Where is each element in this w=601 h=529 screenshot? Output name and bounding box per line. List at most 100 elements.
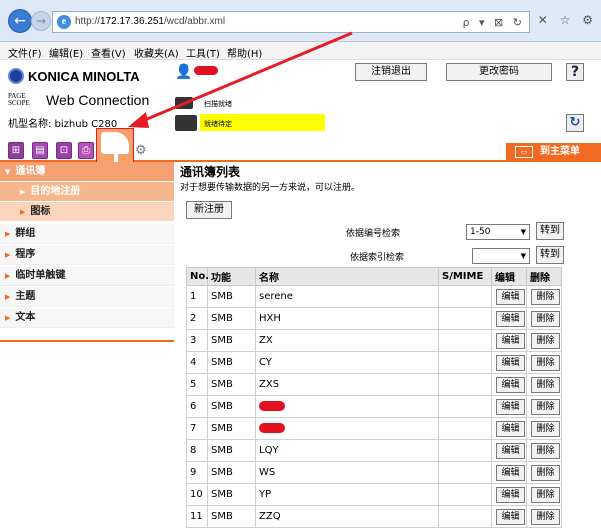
redacted-name	[259, 423, 285, 433]
printer-status-icon	[175, 115, 197, 131]
delete-button[interactable]: 删除	[531, 376, 560, 393]
sidebar-item-icon[interactable]: ▶ 图标	[0, 202, 174, 222]
edit-button[interactable]: 编辑	[496, 288, 525, 305]
edit-button[interactable]: 编辑	[496, 376, 525, 393]
edit-button[interactable]: 编辑	[496, 420, 525, 437]
edit-button[interactable]: 编辑	[496, 486, 525, 503]
cell-no: 9	[186, 461, 208, 484]
cell-delete: 删除	[526, 307, 562, 330]
cell-delete: 删除	[526, 351, 562, 374]
url-tools-icons[interactable]: ρ ▾ ⊠ ↻	[463, 16, 525, 29]
edit-button[interactable]: 编辑	[496, 398, 525, 415]
help-icon[interactable]: ?	[566, 63, 584, 81]
cell-function: SMB	[207, 285, 256, 308]
cell-edit: 编辑	[491, 439, 527, 462]
delete-button[interactable]: 删除	[531, 288, 560, 305]
page-title: 通讯簿列表	[180, 165, 241, 179]
sidebar-item-destination-register[interactable]: ▶ 目的地注册	[0, 182, 174, 202]
delete-button[interactable]: 删除	[531, 354, 560, 371]
go-index-button[interactable]: 转到	[536, 246, 564, 264]
edit-button[interactable]: 编辑	[496, 354, 525, 371]
edit-button[interactable]: 编辑	[496, 464, 525, 481]
sidebar-item-group[interactable]: ▶ 群组	[0, 224, 174, 244]
logout-button[interactable]: 注销退出	[355, 63, 427, 81]
table-row: 2 SMB HXH 编辑 删除	[186, 307, 562, 330]
menu-file[interactable]: 文件(F)	[8, 45, 42, 60]
to-main-menu-button[interactable]: ▭ 到主菜单	[506, 143, 601, 161]
cell-delete: 删除	[526, 285, 562, 308]
cell-delete: 删除	[526, 329, 562, 352]
cell-smime	[438, 417, 492, 440]
sidebar-item-text[interactable]: ▶ 文本	[0, 308, 174, 328]
cell-edit: 编辑	[491, 285, 527, 308]
go-number-button[interactable]: 转到	[536, 222, 564, 240]
print-tab-icon[interactable]: ⎙	[78, 142, 94, 159]
forward-arrow-icon[interactable]: →	[31, 11, 51, 31]
table-header-row: No. 功能 名称 S/MIME 编辑 删除	[186, 267, 562, 286]
cell-no: 3	[186, 329, 208, 352]
cell-smime	[438, 505, 492, 528]
sidebar-item-program[interactable]: ▶ 程序	[0, 245, 174, 265]
table-body: 1 SMB serene 编辑 删除 2 SMB HXH 编辑 删除 3 SMB ZX 编辑 删除 4 SMB C…	[186, 285, 562, 528]
refresh-icon[interactable]: ↻	[566, 114, 584, 132]
cell-name: ZX	[255, 329, 439, 352]
delete-button[interactable]: 删除	[531, 398, 560, 415]
delete-button[interactable]: 删除	[531, 486, 560, 503]
job-tab-icon[interactable]: ▤	[32, 142, 48, 159]
status-tab-icon[interactable]: ⊞	[8, 142, 24, 159]
cell-smime	[438, 461, 492, 484]
user-icon: 👤	[175, 64, 193, 80]
search-index-select[interactable]: ▼	[472, 248, 530, 264]
cell-function: SMB	[207, 483, 256, 506]
menu-help[interactable]: 帮助(H)	[227, 45, 262, 60]
cell-name: LQY	[255, 439, 439, 462]
redacted-name	[259, 401, 285, 411]
menu-view[interactable]: 查看(V)	[91, 45, 126, 60]
gear-icon[interactable]: ⚙	[135, 143, 155, 160]
cell-name	[255, 395, 439, 418]
sidebar-item-subject[interactable]: ▶ 主题	[0, 287, 174, 307]
sidebar-item-temp-onetouch[interactable]: ▶ 临时单触键	[0, 266, 174, 286]
table-row: 11 SMB ZZQ 编辑 删除	[186, 505, 562, 528]
sidebar-bottom-line	[0, 340, 174, 342]
cell-no: 6	[186, 395, 208, 418]
toolbar-icons[interactable]: ✕ ☆ ⚙	[538, 13, 597, 27]
menu-favorites[interactable]: 收藏夹(A)	[134, 45, 179, 60]
table-row: 1 SMB serene 编辑 删除	[186, 285, 562, 308]
back-arrow-icon[interactable]: ←	[8, 9, 32, 33]
edit-button[interactable]: 编辑	[496, 310, 525, 327]
browser-address-bar: ← → e http://172.17.36.251/wcd/abbr.xml …	[0, 0, 601, 42]
web-connection-text: Web Connection	[46, 92, 150, 108]
cell-function: SMB	[207, 439, 256, 462]
change-password-button[interactable]: 更改密码	[446, 63, 552, 81]
cell-name: WS	[255, 461, 439, 484]
to-main-label: 到主菜单	[540, 146, 580, 157]
delete-button[interactable]: 删除	[531, 442, 560, 459]
cell-function: SMB	[207, 461, 256, 484]
table-row: 10 SMB YP 编辑 删除	[186, 483, 562, 506]
edit-button[interactable]: 编辑	[496, 508, 525, 525]
ie-icon: e	[57, 15, 71, 29]
cell-delete: 删除	[526, 461, 562, 484]
scanner-status-text: 扫描就绪	[204, 100, 232, 108]
cell-delete: 删除	[526, 373, 562, 396]
menu-tools[interactable]: 工具(T)	[186, 45, 220, 60]
column-header-name: 名称	[255, 267, 439, 286]
column-header-no: No.	[186, 267, 209, 286]
edit-button[interactable]: 编辑	[496, 442, 525, 459]
cell-no: 10	[186, 483, 208, 506]
delete-button[interactable]: 删除	[531, 420, 560, 437]
delete-button[interactable]: 删除	[531, 508, 560, 525]
url-input[interactable]: e http://172.17.36.251/wcd/abbr.xml ρ ▾ …	[52, 11, 530, 33]
delete-button[interactable]: 删除	[531, 310, 560, 327]
delete-button[interactable]: 删除	[531, 332, 560, 349]
box-tab-icon[interactable]: ⊡	[56, 142, 72, 159]
sidebar-item-addressbook[interactable]: ▼ 通讯簿	[0, 162, 174, 182]
cell-smime	[438, 329, 492, 352]
new-register-button[interactable]: 新注册	[186, 201, 232, 219]
delete-button[interactable]: 删除	[531, 464, 560, 481]
search-index-label: 依据索引检索	[350, 253, 405, 263]
edit-button[interactable]: 编辑	[496, 332, 525, 349]
menu-edit[interactable]: 编辑(E)	[49, 45, 83, 60]
search-number-select[interactable]: 1-50 ▼	[466, 224, 530, 240]
